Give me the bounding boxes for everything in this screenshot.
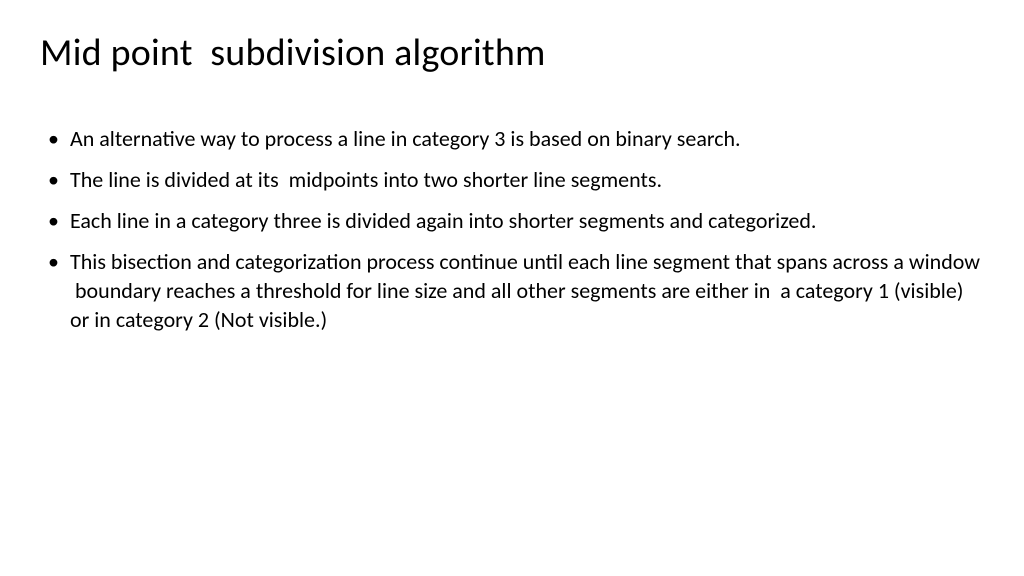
list-item: Each line in a category three is divided… — [48, 206, 984, 235]
list-item: The line is divided at its midpoints int… — [48, 165, 984, 194]
slide-title: Mid point subdivision algorithm — [40, 30, 984, 76]
list-item: An alternative way to process a line in … — [48, 124, 984, 153]
bullet-list: An alternative way to process a line in … — [40, 124, 984, 334]
list-item: This bisection and categorization proces… — [48, 247, 984, 334]
